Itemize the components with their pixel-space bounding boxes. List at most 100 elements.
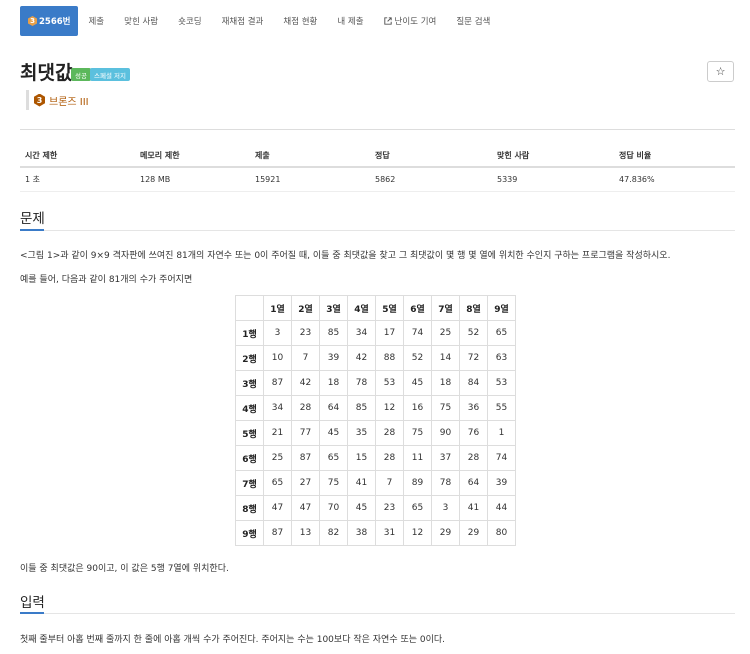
bronze-tier-icon: 3 xyxy=(28,16,37,26)
tier-label[interactable]: 브론즈 III xyxy=(49,93,89,108)
grid-cell: 85 xyxy=(347,395,376,421)
grid-cell: 41 xyxy=(459,495,488,521)
grid-cell: 70 xyxy=(319,495,348,521)
section-accent-bar xyxy=(20,229,44,231)
grid-cell: 12 xyxy=(403,520,432,546)
tab-rejudge-results[interactable]: 재채점 결과 xyxy=(212,6,274,36)
grid-cell: 29 xyxy=(431,520,460,546)
section-divider xyxy=(20,613,735,614)
tab-accepted-users[interactable]: 맞힌 사람 xyxy=(114,6,168,36)
problem-title: 최댓값 xyxy=(20,62,73,84)
grid-cell: 72 xyxy=(459,345,488,371)
grid-cell: 28 xyxy=(375,445,404,471)
external-link-icon xyxy=(383,17,392,25)
grid-cell: 29 xyxy=(459,520,488,546)
info-ratio: 47.836% xyxy=(614,167,735,192)
grid-cell: 31 xyxy=(375,520,404,546)
grid-cell: 18 xyxy=(431,370,460,396)
grid-cell: 11 xyxy=(403,445,432,471)
grid-cell: 34 xyxy=(347,320,376,346)
tab-problem-label: 2566번 xyxy=(39,17,71,27)
grid-cell: 23 xyxy=(291,320,320,346)
grid-cell: 89 xyxy=(403,470,432,496)
grid-cell: 38 xyxy=(347,520,376,546)
grid-cell: 53 xyxy=(487,370,516,396)
grid-cell: 45 xyxy=(403,370,432,396)
grid-row: 8행 47 47 70 45 23 65 3 41 44 xyxy=(235,495,516,521)
grid-cell: 45 xyxy=(347,495,376,521)
grid-row-header: 6행 xyxy=(235,445,264,471)
grid-cell: 21 xyxy=(263,420,292,446)
grid-cell: 34 xyxy=(263,395,292,421)
grid-row: 5행 21 77 45 35 28 75 90 76 1 xyxy=(235,420,516,446)
grid-row-header: 1행 xyxy=(235,320,264,346)
grid-cell: 52 xyxy=(403,345,432,371)
tab-submit[interactable]: 제출 xyxy=(78,6,114,36)
divider xyxy=(20,129,735,130)
info-accepted-users: 5339 xyxy=(492,167,614,192)
tab-question-search[interactable]: 질문 검색 xyxy=(446,6,500,36)
grid-cell: 13 xyxy=(291,520,320,546)
grid-row: 7행 65 27 75 41 7 89 78 64 39 xyxy=(235,470,516,496)
grid-corner-cell xyxy=(235,295,264,321)
grid-cell: 44 xyxy=(487,495,516,521)
grid-cell: 75 xyxy=(319,470,348,496)
grid-cell: 42 xyxy=(347,345,376,371)
info-submissions: 15921 xyxy=(250,167,370,192)
problem-description: <그림 1>과 같이 9×9 격자판에 쓰여진 81개의 자연수 또는 0이 주… xyxy=(20,251,671,261)
input-description: 첫째 줄부터 아홉 번째 줄까지 한 줄에 아홉 개씩 수가 주어진다. 주어지… xyxy=(20,635,446,645)
grid-cell: 63 xyxy=(487,345,516,371)
problem-nav-tabs: 3 2566번 제출 맞힌 사람 숏코딩 재채점 결과 채점 현황 내 제출 난… xyxy=(20,6,500,36)
grid-cell: 3 xyxy=(431,495,460,521)
grid-cell: 75 xyxy=(431,395,460,421)
grid-cell: 27 xyxy=(291,470,320,496)
grid-cell: 7 xyxy=(375,470,404,496)
grid-cell: 3 xyxy=(263,320,292,346)
star-icon: ☆ xyxy=(715,65,726,78)
tab-short-coding[interactable]: 숏코딩 xyxy=(168,6,211,36)
grid-row-header: 8행 xyxy=(235,495,264,521)
grid-cell: 39 xyxy=(319,345,348,371)
problem-example-intro: 예를 들어, 다음과 같이 81개의 수가 주어지면 xyxy=(20,275,193,285)
grid-cell: 36 xyxy=(459,395,488,421)
grid-cell: 12 xyxy=(375,395,404,421)
grid-cell: 41 xyxy=(347,470,376,496)
grid-cell: 65 xyxy=(263,470,292,496)
favorite-star-button[interactable]: ☆ xyxy=(707,61,734,82)
section-accent-bar xyxy=(20,612,44,614)
tab-problem[interactable]: 3 2566번 xyxy=(20,6,79,36)
grid-header-row: 1열 2열 3열 4열 5열 6열 7열 8열 9열 xyxy=(235,295,516,321)
info-time-limit: 1 초 xyxy=(20,167,135,192)
example-grid-table: 1열 2열 3열 4열 5열 6열 7열 8열 9열 1행 3 23 85 34 17 74 25 52 65 2행… xyxy=(235,295,516,546)
grid-cell: 75 xyxy=(403,420,432,446)
grid-cell: 17 xyxy=(375,320,404,346)
grid-cell: 42 xyxy=(291,370,320,396)
tab-difficulty-contrib[interactable]: 난이도 기여 xyxy=(374,6,447,36)
info-header-correct: 정답 xyxy=(370,145,492,168)
grid-cell: 55 xyxy=(487,395,516,421)
tab-judge-status[interactable]: 채점 현황 xyxy=(273,6,327,36)
info-header-ratio: 정답 비율 xyxy=(614,145,735,168)
grid-cell: 7 xyxy=(291,345,320,371)
grid-cell: 10 xyxy=(263,345,292,371)
grid-cell: 25 xyxy=(431,320,460,346)
grid-cell: 39 xyxy=(487,470,516,496)
grid-col-header: 4열 xyxy=(347,295,376,321)
grid-cell: 87 xyxy=(263,370,292,396)
grid-col-header: 1열 xyxy=(263,295,292,321)
tab-my-submissions[interactable]: 내 제출 xyxy=(327,6,373,36)
grid-col-header: 8열 xyxy=(459,295,488,321)
grid-cell: 88 xyxy=(375,345,404,371)
grid-cell: 16 xyxy=(403,395,432,421)
info-header-submissions: 제출 xyxy=(250,145,370,168)
grid-cell: 47 xyxy=(263,495,292,521)
tab-difficulty-contrib-label: 난이도 기여 xyxy=(394,17,437,27)
grid-cell: 87 xyxy=(291,445,320,471)
info-header-accepted-users: 맞힌 사람 xyxy=(492,145,614,168)
problem-info-table: 시간 제한 메모리 제한 제출 정답 맞힌 사람 정답 비율 1 초 128 M… xyxy=(20,145,735,192)
grid-cell: 74 xyxy=(403,320,432,346)
grid-cell: 65 xyxy=(319,445,348,471)
grid-cell: 65 xyxy=(403,495,432,521)
grid-col-header: 3열 xyxy=(319,295,348,321)
grid-cell: 74 xyxy=(487,445,516,471)
